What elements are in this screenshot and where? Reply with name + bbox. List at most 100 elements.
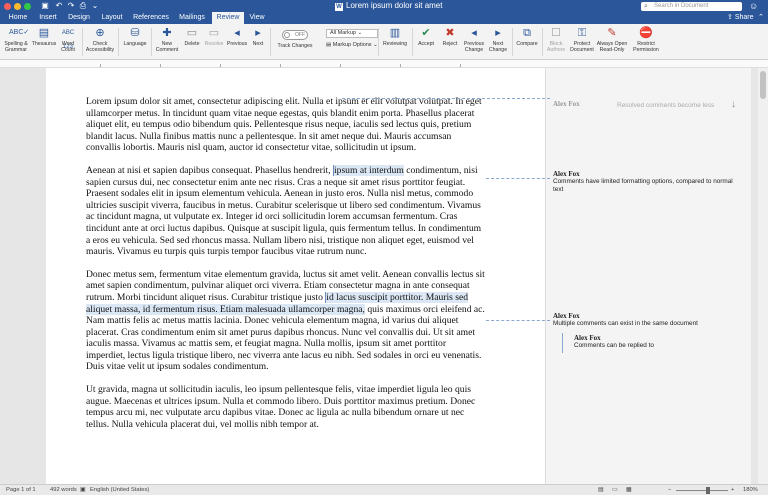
paragraph-2[interactable]: Aenean at nisi et sapien dapibus consequ… [86, 164, 486, 258]
comment-connector-line [486, 178, 550, 179]
markup-options-button[interactable]: ▤ Markup Options ⌄ [326, 42, 378, 48]
zoom-slider[interactable] [676, 490, 728, 491]
comment-card[interactable]: Alex Fox Comments have limited formattin… [553, 170, 743, 194]
toggle-knob [284, 32, 290, 38]
tab-view[interactable]: View [246, 12, 268, 24]
ruler-tick [280, 64, 281, 67]
tab-home[interactable]: Home [4, 12, 32, 24]
previous-comment-icon: ◂ [234, 27, 240, 39]
spelling-grammar-button[interactable]: ABC✓ Spelling & Grammar [2, 26, 30, 58]
tab-references[interactable]: References [130, 12, 172, 24]
track-changes-label: Track Changes [277, 43, 313, 49]
scrollbar-thumb[interactable] [760, 71, 766, 99]
reject-icon: ✖ [445, 27, 455, 39]
restrict-permission-icon: ⛔ [639, 27, 653, 39]
next-comment-button[interactable]: ▸ Next [249, 26, 267, 58]
previous-change-button[interactable]: ◂ Previous Change [462, 26, 486, 58]
tab-insert[interactable]: Insert [34, 12, 62, 24]
comment-text: Comments have limited formatting options… [553, 178, 733, 193]
track-changes-toggle[interactable]: OFF [282, 30, 308, 40]
block-authors-icon: ☐ [551, 27, 561, 39]
undo-icon[interactable]: ↶ [54, 1, 64, 11]
save-icon[interactable]: ▣ [40, 1, 50, 11]
reviewing-pane-button[interactable]: ▥ Reviewing [380, 26, 410, 58]
comment-text: Comments can be replied to [574, 342, 654, 349]
comment-card[interactable]: Alex Fox Multiple comments can exist in … [553, 312, 743, 328]
minimize-window-button[interactable] [14, 3, 21, 10]
accessibility-icon: ⊕ [95, 27, 105, 39]
comment-reply[interactable]: Alex Fox Comments can be replied to [574, 334, 739, 350]
share-icon: ⇪ [727, 14, 735, 21]
maximize-window-button[interactable] [24, 3, 31, 10]
print-icon[interactable]: ⎙ [78, 1, 88, 11]
redo-icon[interactable]: ↷ [66, 1, 76, 11]
web-layout-icon[interactable]: ▭ [612, 485, 617, 495]
paragraph-text: condimentum, nisi sapien cursus dui, nec… [86, 164, 482, 258]
comment-resolved[interactable]: Alex Fox [553, 100, 613, 108]
ruler-tick [400, 64, 401, 67]
comment-text: Multiple comments can exist in the same … [553, 320, 698, 327]
next-change-icon: ▸ [495, 27, 501, 39]
vertical-scrollbar[interactable] [758, 68, 768, 484]
proofing-icon[interactable]: ▣ [80, 485, 85, 495]
ruler-tick [220, 64, 221, 67]
tab-mailings[interactable]: Mailings [175, 12, 209, 24]
compare-button[interactable]: ⧉ Compare [514, 26, 540, 58]
share-button[interactable]: ⇪ Share [727, 12, 754, 24]
previous-comment-button[interactable]: ◂ Previous [225, 26, 249, 58]
paragraph-4[interactable]: Ut gravida, magna ut sollicitudin iaculi… [86, 384, 486, 430]
paragraph-3[interactable]: Donec metus sem, fermentum vitae element… [86, 269, 486, 373]
page-count[interactable]: Page 1 of 1 [6, 485, 36, 495]
resolve-comment-button[interactable]: ▭ Resolve [203, 26, 225, 58]
zoom-level[interactable]: 180% [743, 485, 758, 495]
collapse-ribbon-icon[interactable]: ⌃ [758, 12, 764, 24]
search-icon: ⌕ [644, 3, 648, 10]
markup-options-icon: ▤ [326, 42, 333, 48]
tab-review[interactable]: Review [212, 12, 244, 24]
markup-select[interactable]: All Markup ⌄ [326, 29, 378, 38]
delete-comment-icon: ▭ [186, 27, 198, 39]
restrict-permission-button[interactable]: ⛔ Restrict Permission [630, 26, 662, 58]
language-status[interactable]: English (United States) [90, 485, 149, 495]
focus-mode-icon[interactable]: ▦ [626, 485, 631, 495]
thesaurus-button[interactable]: ▤ Thesaurus [30, 26, 58, 58]
horizontal-ruler[interactable] [0, 60, 768, 68]
comment-connector-line [486, 320, 550, 321]
reject-button[interactable]: ✖ Reject [438, 26, 462, 58]
close-window-button[interactable] [4, 3, 11, 10]
zoom-out-icon[interactable]: − [668, 485, 671, 495]
zoom-in-icon[interactable]: + [731, 485, 734, 495]
language-button[interactable]: ⛁ Language [120, 26, 150, 58]
print-layout-icon[interactable]: ▤ [598, 485, 603, 495]
next-change-button[interactable]: ▸ Next Change [486, 26, 510, 58]
arrow-down-icon[interactable]: ↓ [731, 99, 736, 110]
paragraph-1[interactable]: Lorem ipsum dolor sit amet, consectetur … [86, 96, 486, 154]
search-input[interactable]: ⌕ Search in Document [641, 2, 742, 11]
next-comment-icon: ▸ [255, 27, 261, 39]
accept-button[interactable]: ✔ Accept [414, 26, 438, 58]
zoom-slider-knob[interactable] [706, 487, 710, 494]
document-page[interactable]: Lorem ipsum dolor sit amet, consectetur … [46, 68, 751, 484]
status-bar: Page 1 of 1 492 words ▣ English (United … [0, 484, 768, 495]
block-authors-button[interactable]: ☐ Block Authors [544, 26, 568, 58]
word-count-button[interactable]: ABC 123 Word Count [58, 26, 78, 58]
paragraph-text: Aenean at nisi et sapien dapibus consequ… [86, 164, 333, 176]
check-accessibility-button[interactable]: ⊕ Check Accessibility [84, 26, 116, 58]
delete-comment-button[interactable]: ▭ Delete [181, 26, 203, 58]
word-count[interactable]: 492 words [50, 485, 77, 495]
tab-design[interactable]: Design [64, 12, 94, 24]
comment-author: Alex Fox [553, 170, 580, 178]
new-comment-button[interactable]: ✚ New Comment [153, 26, 181, 58]
tab-layout[interactable]: Layout [97, 12, 127, 24]
protect-document-button[interactable]: ⚿ Protect Document [568, 26, 596, 58]
smiley-feedback-icon[interactable]: ☺ [749, 1, 758, 11]
thesaurus-icon: ▤ [38, 27, 50, 39]
ribbon-separator [412, 28, 413, 56]
always-open-readonly-button[interactable]: ✎ Always Open Read-Only [596, 26, 628, 58]
comment-anchor-highlight[interactable]: ipsum at interdum [332, 164, 404, 176]
customize-toolbar-icon[interactable]: ⌄ [90, 1, 100, 11]
word-doc-icon: W [335, 3, 343, 11]
accept-icon: ✔ [421, 27, 431, 39]
document-body[interactable]: Lorem ipsum dolor sit amet, consectetur … [86, 96, 486, 441]
review-ribbon: ABC✓ Spelling & Grammar ▤ Thesaurus ABC 123… [0, 24, 768, 60]
